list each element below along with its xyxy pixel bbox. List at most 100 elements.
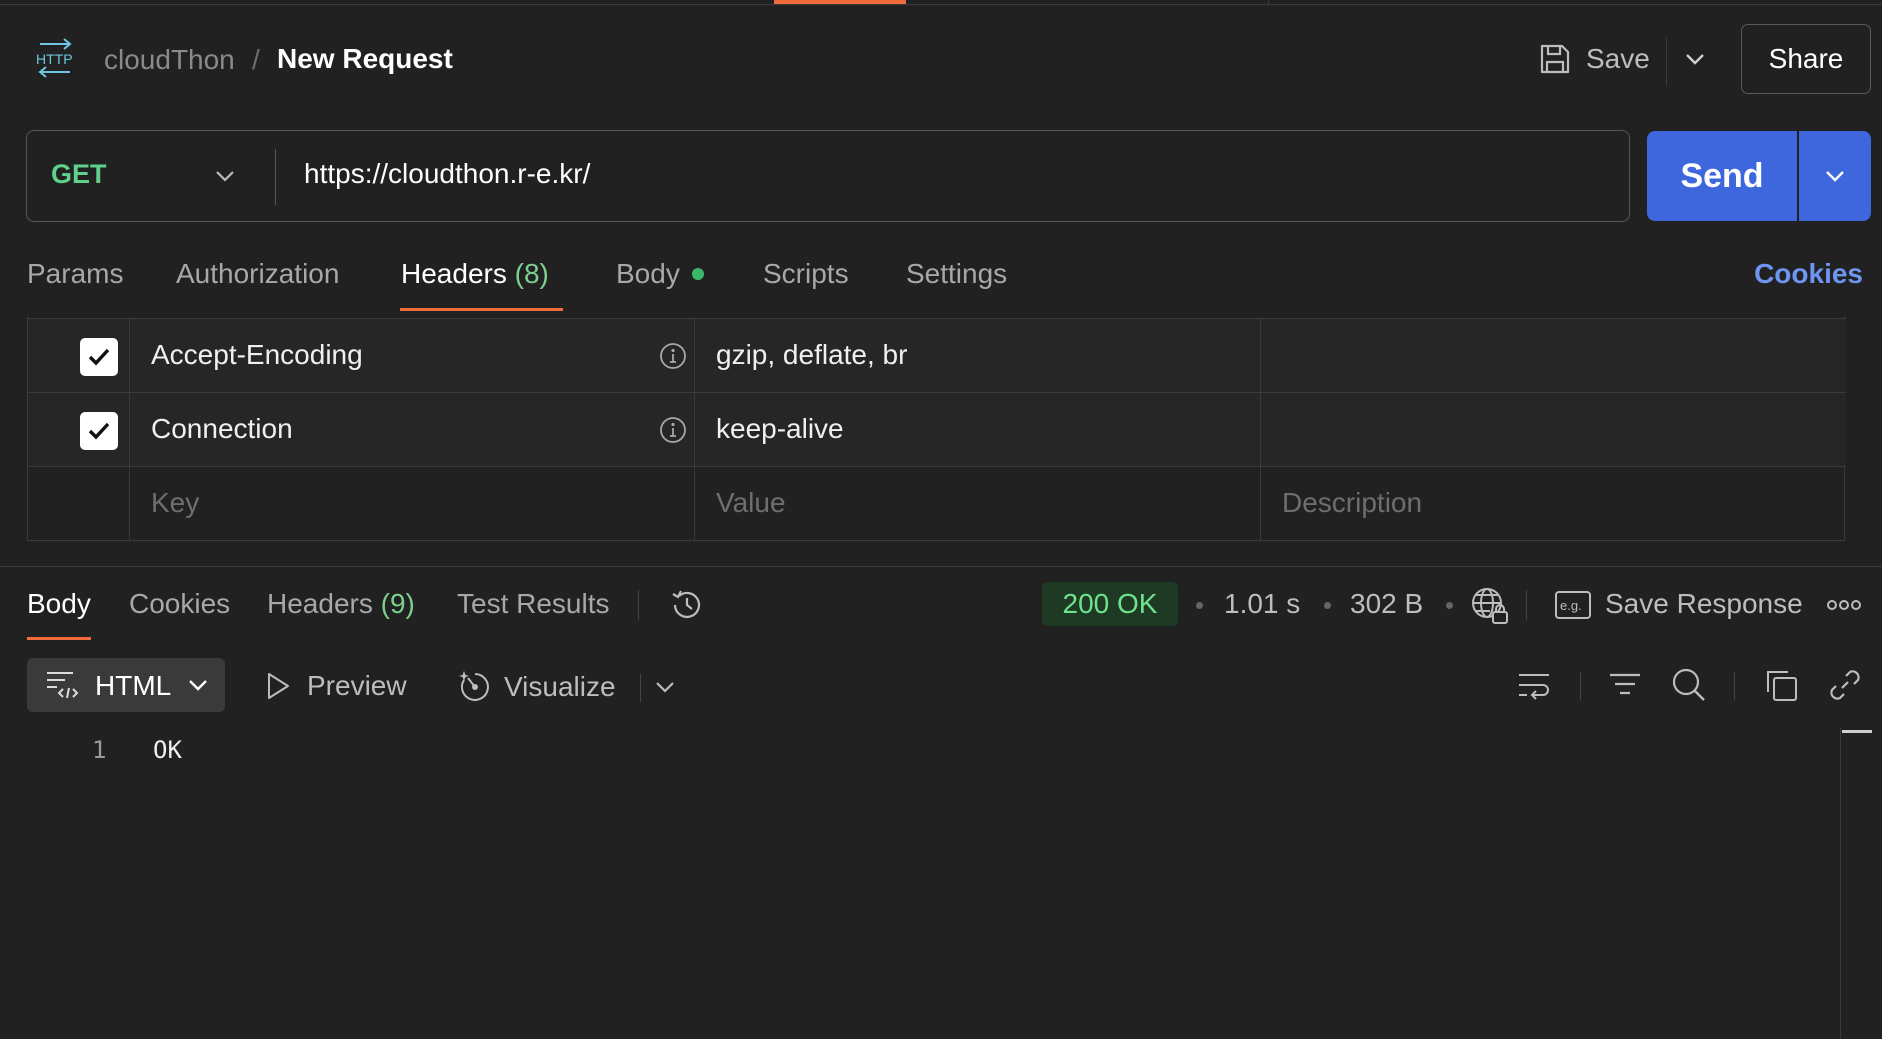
tab-body[interactable]: Body <box>616 258 704 290</box>
send-button[interactable]: Send <box>1647 131 1797 221</box>
wrap-lines-icon[interactable] <box>1515 666 1553 704</box>
active-tab-underline <box>400 308 563 311</box>
pane-divider[interactable] <box>0 566 1882 567</box>
example-icon: e.g. <box>1554 590 1592 620</box>
copy-icon[interactable] <box>1762 666 1800 704</box>
preview-label: Preview <box>307 670 407 701</box>
link-icon[interactable] <box>1826 666 1864 704</box>
new-header-row: Key Value Description <box>28 466 1846 541</box>
meta-separator <box>1324 602 1331 609</box>
response-tab-headers[interactable]: Headers (9) <box>267 588 415 620</box>
play-icon <box>263 671 293 701</box>
request-title[interactable]: New Request <box>277 43 453 75</box>
breadcrumb-workspace[interactable]: cloudThon <box>104 44 235 76</box>
chevron-down-icon <box>1822 163 1848 189</box>
header-value[interactable]: keep-alive <box>716 413 844 445</box>
http-icon: HTTP <box>34 38 76 78</box>
network-globe-lock-icon[interactable] <box>1470 585 1510 625</box>
divider <box>638 590 639 620</box>
column-divider <box>129 467 130 541</box>
tab-separator <box>1268 0 1269 5</box>
tab-headers-count: (8) <box>514 258 549 289</box>
response-tab-cookies[interactable]: Cookies <box>129 588 230 620</box>
request-url-bar: GET https://cloudthon.r-e.kr/ <box>26 130 1630 222</box>
format-label: HTML <box>95 670 172 701</box>
active-tab-underline <box>27 637 91 640</box>
response-body-text[interactable]: OK <box>153 736 182 764</box>
tab-authorization[interactable]: Authorization <box>176 258 339 290</box>
save-button[interactable]: Save <box>1538 34 1650 84</box>
status-badge[interactable]: 200 OK <box>1042 582 1178 626</box>
history-icon[interactable] <box>668 586 706 624</box>
column-divider <box>1260 467 1261 541</box>
search-icon[interactable] <box>1670 666 1708 704</box>
table-row: Accept-Encoding gzip, deflate, br <box>28 318 1846 393</box>
save-label: Save <box>1586 43 1650 74</box>
code-format-icon <box>45 670 79 700</box>
app-window: HTTP cloudThon / New Request Save Share … <box>0 0 1882 1039</box>
save-divider <box>1666 38 1667 86</box>
response-tab-body[interactable]: Body <box>27 588 91 620</box>
send-options-button[interactable] <box>1799 131 1871 221</box>
line-number: 1 <box>92 736 107 764</box>
tab-headers-label: Headers <box>401 258 507 289</box>
divider <box>1580 672 1581 700</box>
header-key[interactable]: Accept-Encoding <box>151 339 363 371</box>
header-value[interactable]: gzip, deflate, br <box>716 339 907 371</box>
tab-scripts[interactable]: Scripts <box>763 258 849 290</box>
visualize-label: Visualize <box>504 671 616 702</box>
tab-headers[interactable]: Headers (8) <box>401 258 549 290</box>
svg-text:HTTP: HTTP <box>36 51 73 67</box>
visualize-icon <box>456 668 494 706</box>
scrollbar-thumb[interactable] <box>1842 730 1872 733</box>
info-icon[interactable] <box>658 415 688 445</box>
column-divider <box>129 393 130 467</box>
chevron-down-icon[interactable] <box>213 164 237 188</box>
format-select[interactable]: HTML <box>27 658 225 712</box>
new-description-input[interactable]: Description <box>1282 487 1422 519</box>
header-enabled-checkbox[interactable] <box>80 412 118 450</box>
chevron-down-icon <box>187 674 209 696</box>
svg-text:e.g.: e.g. <box>1560 598 1582 613</box>
save-icon <box>1538 42 1572 76</box>
response-tab-headers-count: (9) <box>380 588 415 619</box>
header-enabled-checkbox[interactable] <box>80 338 118 376</box>
table-row: Connection keep-alive <box>28 392 1846 467</box>
preview-button[interactable]: Preview <box>263 670 407 702</box>
headers-table: Accept-Encoding gzip, deflate, br Connec… <box>27 316 1846 541</box>
method-divider <box>275 149 276 205</box>
scrollbar-track[interactable] <box>1840 728 1841 1039</box>
response-tab-test-results[interactable]: Test Results <box>457 588 610 620</box>
tab-body-label: Body <box>616 258 680 289</box>
tab-params[interactable]: Params <box>27 258 123 290</box>
url-input[interactable]: https://cloudthon.r-e.kr/ <box>304 158 590 190</box>
request-tabs: Params Authorization Headers (8) Body Sc… <box>0 250 1882 312</box>
chevron-down-icon[interactable] <box>652 674 678 700</box>
share-button[interactable]: Share <box>1741 24 1871 94</box>
column-divider <box>1260 319 1261 393</box>
meta-separator <box>1446 602 1453 609</box>
save-response-button[interactable]: Save Response <box>1605 588 1803 620</box>
new-value-input[interactable]: Value <box>716 487 786 519</box>
column-divider <box>1260 393 1261 467</box>
request-header: HTTP cloudThon / New Request Save Share <box>0 22 1882 98</box>
response-size[interactable]: 302 B <box>1350 588 1423 620</box>
divider <box>640 674 641 702</box>
header-key[interactable]: Connection <box>151 413 293 445</box>
more-options-icon[interactable] <box>1826 596 1862 614</box>
meta-separator <box>1196 602 1203 609</box>
tab-settings[interactable]: Settings <box>906 258 1007 290</box>
column-divider <box>694 319 695 393</box>
top-tab-strip <box>0 0 1882 5</box>
response-tab-headers-label: Headers <box>267 588 373 619</box>
body-indicator-dot <box>691 267 704 280</box>
method-select[interactable]: GET <box>51 159 107 190</box>
filter-icon[interactable] <box>1606 666 1644 704</box>
new-key-input[interactable]: Key <box>151 487 199 519</box>
info-icon[interactable] <box>658 341 688 371</box>
visualize-button[interactable]: Visualize <box>456 668 616 706</box>
active-tab-indicator <box>774 0 906 4</box>
response-time[interactable]: 1.01 s <box>1224 588 1300 620</box>
cookies-link[interactable]: Cookies <box>1754 258 1863 290</box>
save-options-chevron-icon[interactable] <box>1682 46 1708 72</box>
